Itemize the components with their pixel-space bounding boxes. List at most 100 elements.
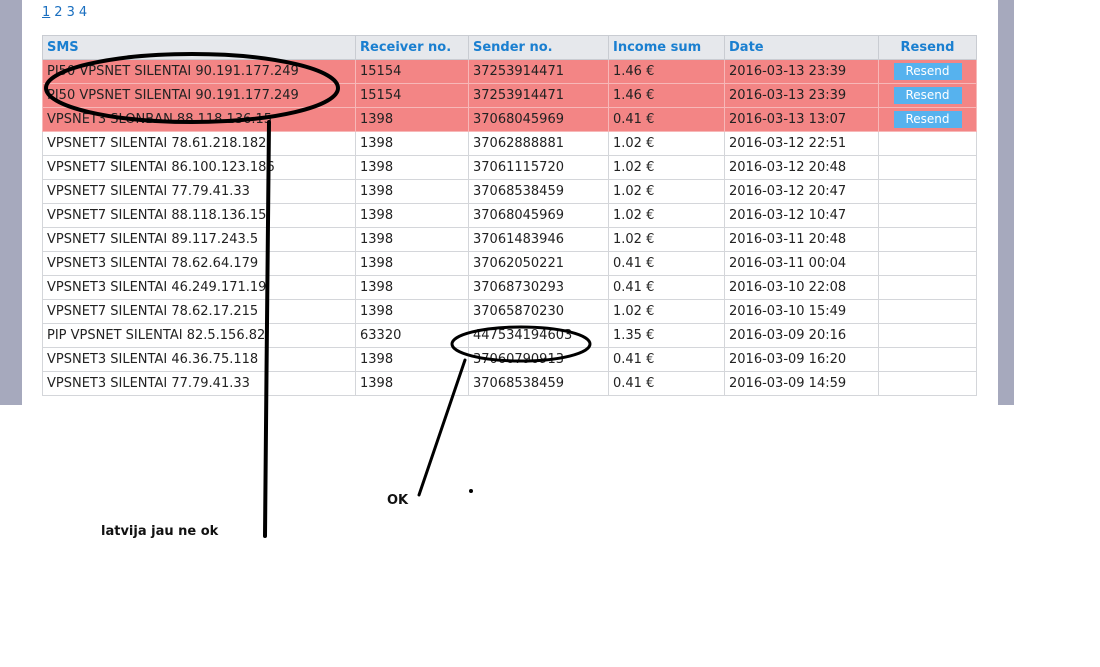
sender-cell: 37068045969 [468,203,609,228]
receiver-cell: 1398 [355,275,469,300]
receiver-cell: 1398 [355,299,469,324]
page-link-4[interactable]: 4 [79,5,87,20]
date-cell: 2016-03-13 23:39 [724,83,879,108]
table-row: VPSNET7 SILENTAI 77.79.41.33 1398 37068538… [42,179,977,204]
sms-cell: VPSNET7 SILENTAI 86.100.123.186 [42,155,356,180]
date-cell: 2016-03-11 20:48 [724,227,879,252]
sms-cell: VPSNET7 SILENTAI 88.118.136.15 [42,203,356,228]
sms-cell: VPSNET3 SLONBAN 88.118.136.15 [42,107,356,132]
sender-cell: 37061483946 [468,227,609,252]
page-background-right [998,0,1014,405]
table-row: VPSNET7 SILENTAI 88.118.136.15 1398 370680… [42,203,977,228]
date-cell: 2016-03-09 20:16 [724,323,879,348]
column-header-receiver[interactable]: Receiver no. [355,35,469,60]
resend-cell [878,323,977,348]
date-cell: 2016-03-12 20:48 [724,155,879,180]
table-row: PI50 VPSNET SILENTAI 90.191.177.249 15154… [42,59,977,84]
date-cell: 2016-03-13 23:39 [724,59,879,84]
column-header-resend: Resend [878,35,977,60]
table-row: VPSNET7 SILENTAI 78.62.17.215 1398 3706587… [42,299,977,324]
resend-cell [878,371,977,396]
resend-cell [878,203,977,228]
resend-cell [878,299,977,324]
page-link-2[interactable]: 2 [54,5,62,20]
resend-button[interactable]: Resend [893,111,962,128]
income-cell: 1.02 € [608,179,725,204]
column-header-sms[interactable]: SMS [42,35,356,60]
sms-cell: VPSNET7 SILENTAI 77.79.41.33 [42,179,356,204]
receiver-cell: 15154 [355,83,469,108]
sender-cell: 37253914471 [468,59,609,84]
sender-cell: 37061115720 [468,155,609,180]
annotation-latvia-label: latvija jau ne ok [101,524,219,539]
table-row: VPSNET7 SILENTAI 86.100.123.186 1398 37061… [42,155,977,180]
resend-cell [878,155,977,180]
income-cell: 0.41 € [608,371,725,396]
page-link-3[interactable]: 3 [67,5,75,20]
resend-cell: Resend [878,107,977,132]
income-cell: 1.46 € [608,59,725,84]
table-row: VPSNET7 SILENTAI 78.61.218.182 1398 370628… [42,131,977,156]
table-row: VPSNET3 SILENTAI 77.79.41.33 1398 37068538… [42,371,977,396]
date-cell: 2016-03-10 22:08 [724,275,879,300]
sender-cell: 37068045969 [468,107,609,132]
column-header-sender[interactable]: Sender no. [468,35,609,60]
date-cell: 2016-03-11 00:04 [724,251,879,276]
resend-button[interactable]: Resend [893,87,962,104]
resend-cell [878,275,977,300]
income-cell: 1.46 € [608,83,725,108]
date-cell: 2016-03-12 22:51 [724,131,879,156]
sms-cell: VPSNET3 SILENTAI 77.79.41.33 [42,371,356,396]
column-header-income[interactable]: Income sum [608,35,725,60]
sms-cell: VPSNET3 SILENTAI 78.62.64.179 [42,251,356,276]
table-row: VPSNET3 SILENTAI 46.249.171.19 1398 370687… [42,275,977,300]
table-row: VPSNET7 SILENTAI 89.117.243.5 1398 3706148… [42,227,977,252]
income-cell: 1.35 € [608,323,725,348]
income-cell: 1.02 € [608,203,725,228]
resend-cell: Resend [878,59,977,84]
receiver-cell: 1398 [355,227,469,252]
resend-cell [878,251,977,276]
date-cell: 2016-03-13 13:07 [724,107,879,132]
sms-cell: PI50 VPSNET SILENTAI 90.191.177.249 [42,59,356,84]
income-cell: 1.02 € [608,227,725,252]
receiver-cell: 1398 [355,251,469,276]
table-row: PI50 VPSNET SILENTAI 90.191.177.249 15154… [42,83,977,108]
table-body: PI50 VPSNET SILENTAI 90.191.177.249 15154… [42,59,977,396]
resend-cell [878,347,977,372]
resend-button[interactable]: Resend [893,63,962,80]
annotation-ok-label: OK [387,493,409,508]
sender-cell: 37062888881 [468,131,609,156]
income-cell: 1.02 € [608,131,725,156]
sms-cell: PIP VPSNET SILENTAI 82.5.156.82 [42,323,356,348]
page-background-left [0,0,22,405]
pagination: 1234 [42,5,91,20]
receiver-cell: 1398 [355,107,469,132]
resend-cell [878,179,977,204]
page-link-1[interactable]: 1 [42,5,50,20]
resend-cell [878,227,977,252]
date-cell: 2016-03-12 20:47 [724,179,879,204]
ink-dot [469,489,473,493]
income-cell: 1.02 € [608,299,725,324]
receiver-cell: 15154 [355,59,469,84]
date-cell: 2016-03-10 15:49 [724,299,879,324]
income-cell: 0.41 € [608,251,725,276]
sender-cell: 37068538459 [468,371,609,396]
sms-cell: VPSNET3 SILENTAI 46.249.171.19 [42,275,356,300]
column-header-date[interactable]: Date [724,35,879,60]
receiver-cell: 1398 [355,203,469,228]
income-cell: 0.41 € [608,107,725,132]
date-cell: 2016-03-09 16:20 [724,347,879,372]
receiver-cell: 1398 [355,155,469,180]
table-row: VPSNET3 SILENTAI 46.36.75.118 1398 3706079… [42,347,977,372]
date-cell: 2016-03-12 10:47 [724,203,879,228]
sender-cell: 37062050221 [468,251,609,276]
sms-table: SMS Receiver no. Sender no. Income sum D… [42,35,977,396]
sms-cell: VPSNET7 SILENTAI 78.62.17.215 [42,299,356,324]
income-cell: 0.41 € [608,347,725,372]
sms-cell: VPSNET7 SILENTAI 78.61.218.182 [42,131,356,156]
table-row: VPSNET3 SILENTAI 78.62.64.179 1398 3706205… [42,251,977,276]
sms-cell: PI50 VPSNET SILENTAI 90.191.177.249 [42,83,356,108]
receiver-cell: 1398 [355,131,469,156]
